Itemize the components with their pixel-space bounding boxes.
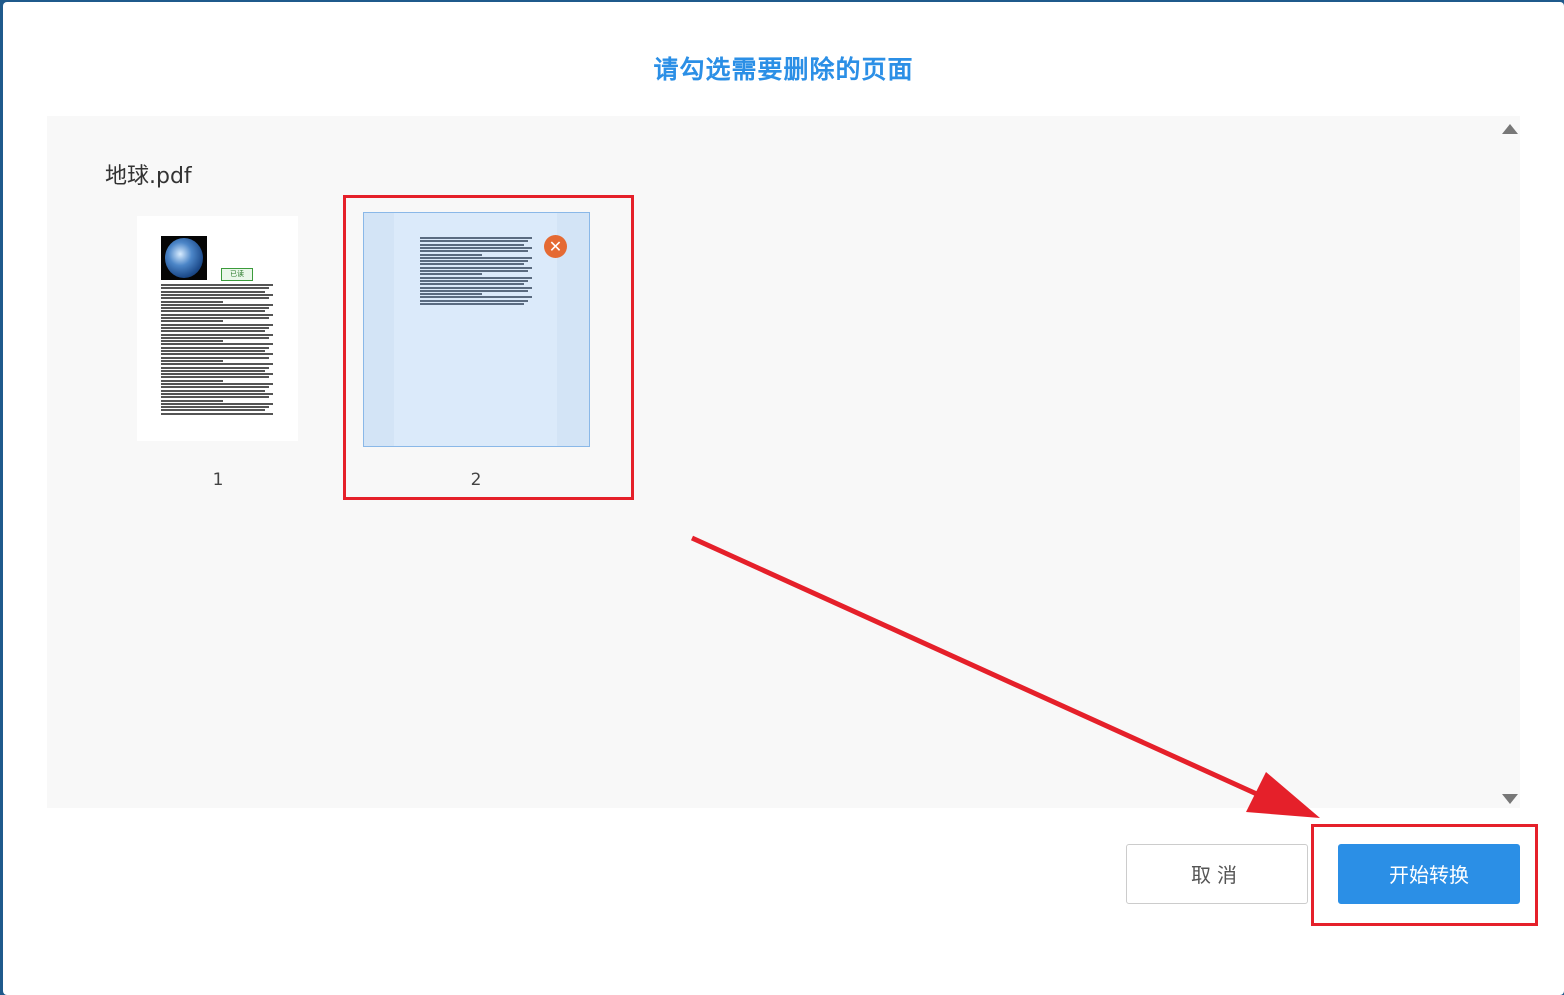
arrow-head	[1246, 772, 1320, 818]
annotation-arrow	[690, 535, 1320, 818]
arrow-shaft	[690, 535, 1272, 803]
